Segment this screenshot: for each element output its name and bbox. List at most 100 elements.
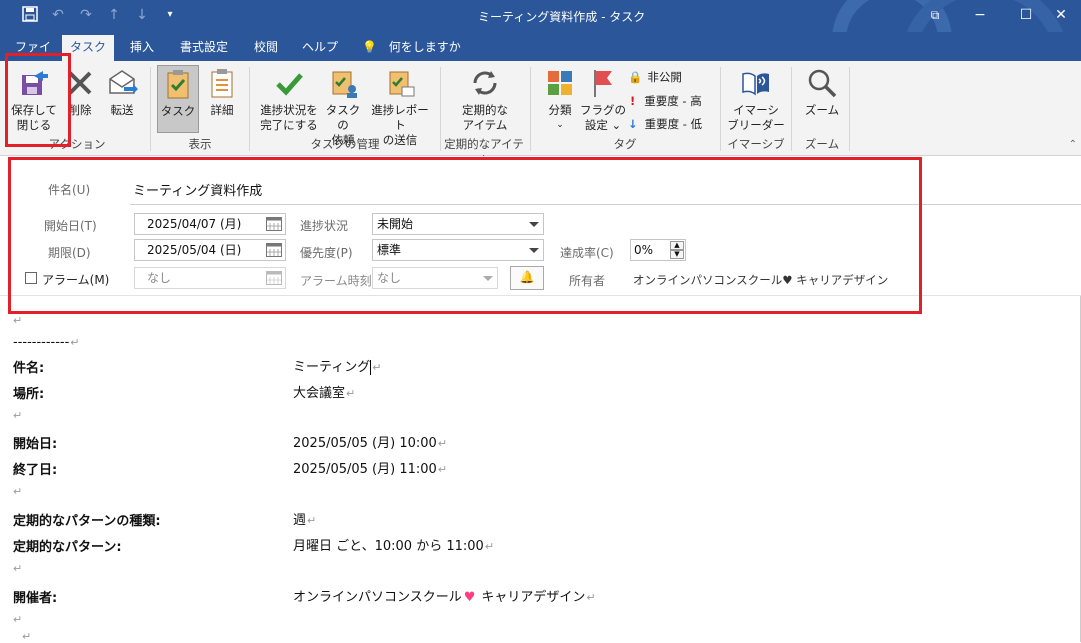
task-clipboard-icon	[167, 70, 189, 99]
tab-review[interactable]: 校閲	[246, 37, 286, 61]
undo-icon[interactable]: ↶	[50, 6, 66, 24]
dash-text: ------------	[13, 335, 70, 350]
checkmark-icon	[276, 73, 303, 96]
forward-icon	[109, 70, 138, 94]
window-title: ミーティング資料作成 - タスク	[478, 10, 646, 24]
group-label-manage: タスクの管理	[310, 137, 380, 151]
restore-ribbon-icon[interactable]: ⧉	[912, 0, 958, 32]
tell-me-label: 何をしますか	[388, 40, 461, 54]
details-button[interactable]: 詳細	[202, 67, 242, 118]
categorize-button[interactable]: 分類 ⌄	[542, 67, 578, 133]
body-organizer-value: オンラインパソコンスクール ♥ キャリアデザイン↵	[293, 586, 596, 605]
flag-icon	[594, 70, 612, 97]
recurrence-label: 定期的な	[462, 103, 508, 117]
recurrence-label-2: アイテム	[462, 118, 508, 132]
forward-label: 転送	[110, 103, 134, 117]
immersive-reader-label: イマーシ	[733, 103, 779, 117]
body-subject-label: 件名:	[13, 361, 45, 376]
tell-me-box[interactable]: 💡 何をしますか	[362, 37, 462, 61]
lightbulb-icon: 💡	[362, 40, 377, 54]
ribbon: 保存して 閉じる 削除 転送 アクション タスク 詳細 表示 進捗状況を 完了に…	[0, 61, 1081, 167]
mark-complete-button[interactable]: 進捗状況を 完了にする	[254, 67, 324, 133]
ribbon-separator	[249, 67, 250, 151]
redo-icon[interactable]: ↷	[78, 6, 94, 24]
body-location-text: 大会議室	[293, 386, 346, 401]
categorize-icon	[548, 71, 572, 95]
follow-up-label-2: 設定 ⌄	[584, 118, 622, 132]
zoom-label: ズーム	[804, 103, 840, 117]
body-pattern-type-value: 週↵	[293, 509, 316, 528]
tab-format[interactable]: 書式設定	[172, 37, 236, 61]
paragraph-mark: ↵	[346, 387, 356, 400]
categorize-label: 分類	[548, 103, 572, 117]
ribbon-separator	[150, 67, 151, 151]
body-end-text: 2025/05/05 (月) 11:00	[293, 462, 437, 477]
ribbon-tabs: ファイル タスク 挿入 書式設定 校閲 ヘルプ 💡 何をしますか	[0, 32, 1081, 74]
task-body[interactable]: ↵ ------------↵ 件名: ミーティング ↵ 場所: 大会議室↵ ↵ …	[0, 296, 1081, 643]
zoom-button[interactable]: ズーム	[800, 67, 844, 118]
paragraph-mark: ↵	[13, 613, 23, 626]
status-report-icon	[389, 71, 415, 97]
save-icon[interactable]	[22, 6, 38, 24]
follow-up-button[interactable]: フラグの 設定 ⌄	[580, 67, 626, 133]
send-status-report-label: 進捗レポート	[371, 103, 429, 132]
group-label-zoom: ズーム	[804, 137, 840, 151]
immersive-reader-icon	[742, 72, 769, 96]
highlight-save-close	[5, 53, 71, 147]
low-importance-button[interactable]: ↓ 重要度 - 低	[628, 116, 702, 132]
body-location-label: 場所:	[13, 387, 45, 402]
body-start-value: 2025/05/05 (月) 10:00↵	[293, 432, 447, 451]
mark-complete-label: 進捗状況を	[260, 103, 318, 117]
body-start-text: 2025/05/05 (月) 10:00	[293, 436, 437, 451]
assign-task-icon	[332, 71, 357, 98]
body-pattern-label: 定期的なパターン:	[13, 540, 122, 555]
quick-access-toolbar: ↶ ↷ ↑ ↓ ▾	[22, 6, 178, 24]
body-organizer-text-2: キャリアデザイン	[481, 590, 586, 605]
recurrence-button[interactable]: 定期的な アイテム	[454, 67, 516, 133]
mark-complete-label-2: 完了にする	[260, 118, 318, 132]
paragraph-mark: ↵	[13, 409, 23, 422]
body-end-label: 終了日:	[13, 463, 58, 478]
group-label-tags: タグ	[613, 137, 637, 151]
task-view-label: タスク	[160, 104, 196, 118]
follow-up-label-2-text: 設定	[584, 118, 608, 132]
tab-help[interactable]: ヘルプ	[298, 37, 342, 61]
body-location-value: 大会議室↵	[293, 382, 355, 401]
paragraph-mark: ↵	[586, 591, 596, 604]
recurrence-icon	[473, 71, 497, 95]
ribbon-separator	[720, 67, 721, 151]
tab-insert[interactable]: 挿入	[122, 37, 162, 61]
forward-button[interactable]: 転送	[102, 67, 142, 118]
down-arrow-icon[interactable]: ↓	[134, 6, 150, 24]
dash-line: ------------↵	[13, 335, 80, 350]
paragraph-mark: ↵	[13, 314, 23, 327]
group-label-immersive: イマーシブ	[727, 137, 785, 151]
task-view-button[interactable]: タスク	[157, 65, 199, 133]
chevron-down-icon: ⌄	[556, 120, 564, 130]
private-label: 非公開	[647, 70, 682, 84]
customize-icon[interactable]: ▾	[162, 6, 178, 24]
body-subject-text: ミーティング	[293, 360, 371, 375]
body-organizer-label: 開催者:	[13, 591, 58, 606]
close-button[interactable]: ✕	[1041, 0, 1081, 32]
paragraph-mark: ↵	[22, 630, 32, 643]
body-pattern-text: 月曜日 ごと、10:00 から 11:00	[293, 539, 484, 554]
magnifier-icon	[808, 69, 837, 98]
up-arrow-icon[interactable]: ↑	[106, 6, 122, 24]
high-importance-button[interactable]: ! 重要度 - 高	[630, 93, 702, 109]
body-pattern-value: 月曜日 ごと、10:00 から 11:00↵	[293, 535, 494, 554]
paragraph-mark: ↵	[437, 437, 448, 450]
immersive-reader-button[interactable]: イマーシ ブリーダー	[726, 67, 786, 133]
ribbon-separator	[530, 67, 531, 151]
paragraph-mark: ↵	[307, 514, 317, 527]
heart-icon: ♥	[463, 590, 476, 605]
paragraph-mark: ↵	[13, 485, 23, 498]
group-label-show: 表示	[188, 137, 212, 151]
title-bar: ↶ ↷ ↑ ↓ ▾ ミーティング資料作成 - タスク ⧉ − ☐ ✕	[0, 0, 1081, 32]
body-subject-value: ミーティング ↵	[293, 356, 381, 375]
minimize-button[interactable]: −	[957, 0, 1003, 32]
details-label: 詳細	[210, 103, 234, 117]
highlight-form	[8, 157, 922, 314]
collapse-ribbon-icon[interactable]: ⌃	[1069, 139, 1077, 150]
private-button[interactable]: 🔒 非公開	[628, 69, 682, 85]
